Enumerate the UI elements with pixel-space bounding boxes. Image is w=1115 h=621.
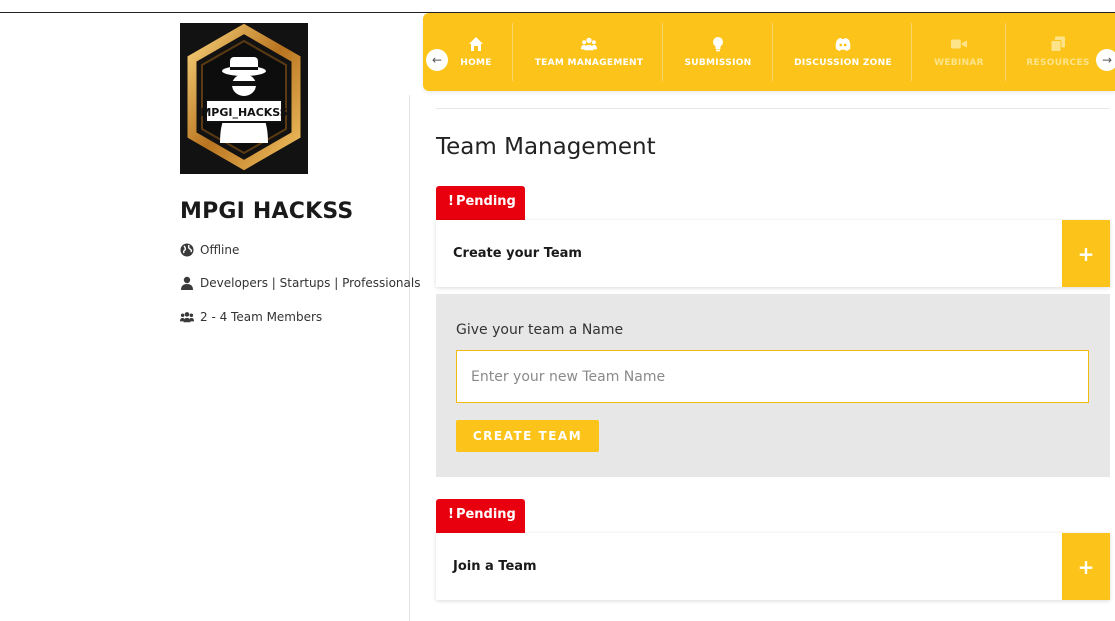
team-name-label: Give your team a Name [456,322,624,338]
create-team-accordion[interactable]: Create your Team + [436,220,1110,287]
page-title: Team Management [436,134,656,160]
hackathon-nav: ← HOME TEAM MANAGEMENT SUBMISSION DISCUS… [423,13,1115,91]
create-team-button[interactable]: CREATE TEAM [456,420,599,452]
audience-text: Developers | Startups | Professionals [200,276,421,290]
alert-icon: ! [448,194,454,209]
create-team-expand-button[interactable]: + [1062,220,1110,287]
sidebar-divider [409,95,410,621]
nav-label-team-management: TEAM MANAGEMENT [534,58,644,68]
create-status-badge: ! Pending [436,186,525,220]
logo-graphic: MPGI_HACKSS [187,23,301,171]
nav-next-button[interactable]: → [1096,49,1115,71]
nav-item-discussion-zone[interactable]: DISCUSSION ZONE [793,13,893,91]
alert-icon: ! [448,507,454,522]
nav-label-webinar: WEBINAR [934,58,984,68]
nav-separator [662,23,663,81]
users-icon [581,36,597,52]
nav-prev-button[interactable]: ← [426,49,448,71]
logo-text: MPGI_HACKSS [200,106,287,119]
nav-separator [911,23,912,81]
hackathon-title: MPGI HACKSS [180,199,354,224]
join-team-header: Join a Team [453,559,537,574]
user-icon [180,276,194,290]
audience-info: Developers | Startups | Professionals [180,276,420,290]
nav-item-team-management[interactable]: TEAM MANAGEMENT [535,13,643,91]
nav-label-discussion-zone: DISCUSSION ZONE [794,58,892,68]
header-divider [436,108,1110,109]
join-team-accordion[interactable]: Join a Team + [436,533,1110,600]
nav-item-home[interactable]: HOME [453,13,499,91]
team-size-text: 2 - 4 Team Members [200,310,323,324]
discord-icon [835,36,851,52]
home-icon [468,36,484,52]
team-size-info: 2 - 4 Team Members [180,310,322,324]
mode-info: Offline [180,243,239,257]
nav-separator [772,23,773,81]
nav-separator [512,23,513,81]
nav-label-home: HOME [460,58,492,68]
nav-label-resources: RESOURCES [1026,58,1090,68]
copy-icon [1050,36,1066,52]
create-team-form: Give your team a Name CREATE TEAM [436,294,1110,477]
nav-item-submission[interactable]: SUBMISSION [684,13,752,91]
create-status-text: Pending [455,194,516,209]
nav-item-webinar[interactable]: WEBINAR [931,13,987,91]
create-team-header: Create your Team [453,246,582,261]
nav-label-submission: SUBMISSION [684,58,752,68]
globe-icon [180,243,194,257]
join-status-badge: ! Pending [436,499,525,533]
nav-separator [1005,23,1006,81]
team-name-input[interactable] [456,350,1089,403]
hackathon-logo: MPGI_HACKSS [180,23,308,174]
join-team-expand-button[interactable]: + [1062,533,1110,600]
lightbulb-icon [710,36,726,52]
mode-text: Offline [200,243,240,257]
video-icon [951,36,967,52]
join-status-text: Pending [455,507,516,522]
nav-item-resources[interactable]: RESOURCES [1026,13,1090,91]
users-icon [180,310,194,324]
